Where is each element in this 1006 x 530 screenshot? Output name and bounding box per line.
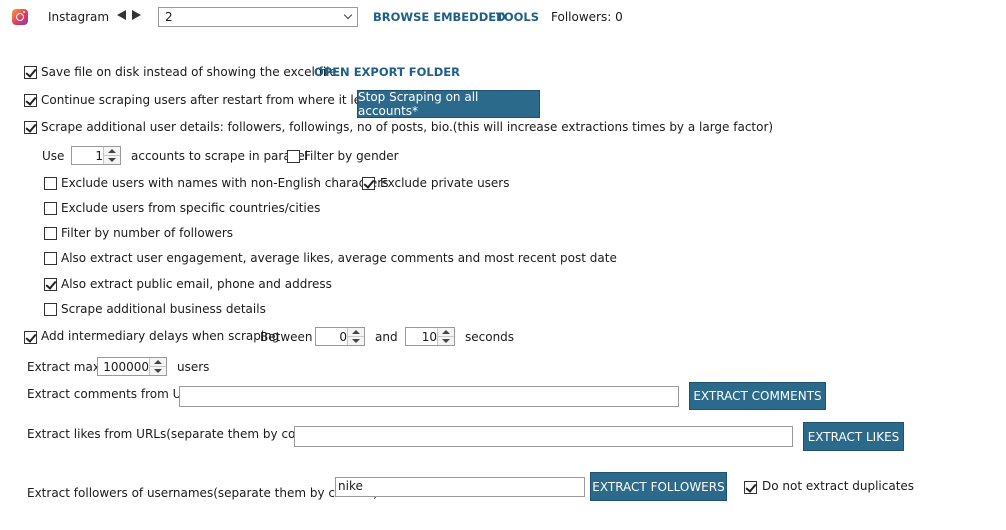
extract-max-stepper[interactable]: 100000 bbox=[97, 357, 167, 376]
continue-scraping-label: Continue scraping users after restart fr… bbox=[41, 93, 386, 107]
scrape-business-label: Scrape additional business details bbox=[61, 302, 266, 316]
open-export-folder-link[interactable]: OPEN EXPORT FOLDER bbox=[314, 64, 460, 80]
and-label: and bbox=[375, 330, 398, 344]
stepper-up-icon[interactable] bbox=[150, 358, 166, 367]
extract-max-value: 100000 bbox=[103, 360, 149, 374]
followers-usernames-input[interactable]: nike bbox=[335, 477, 585, 497]
likes-urls-label: Extract likes from URLs(separate them by… bbox=[27, 427, 331, 441]
delay-min-stepper[interactable]: 0 bbox=[315, 327, 365, 346]
stepper-down-icon[interactable] bbox=[104, 156, 120, 165]
next-arrow-icon[interactable] bbox=[132, 10, 141, 20]
app-name: Instagram bbox=[48, 10, 110, 24]
stepper-down-icon[interactable] bbox=[348, 337, 364, 346]
scrape-additional-checkbox[interactable] bbox=[24, 121, 37, 134]
filter-followers-checkbox[interactable] bbox=[44, 227, 57, 240]
browse-embedded-link[interactable]: BROWSE EMBEDDED bbox=[373, 9, 506, 25]
delay-max-value: 10 bbox=[421, 330, 437, 344]
continue-scraping-checkbox[interactable] bbox=[24, 94, 37, 107]
seconds-label: seconds bbox=[465, 330, 515, 344]
exclude-countries-label: Exclude users from specific countries/ci… bbox=[61, 201, 321, 215]
between-label: Between bbox=[260, 330, 313, 344]
no-duplicates-label: Do not extract duplicates bbox=[762, 479, 915, 493]
extract-email-label: Also extract public email, phone and add… bbox=[61, 277, 332, 291]
parallel-accounts-value: 1 bbox=[95, 149, 103, 163]
delays-label: Add intermediary delays when scraping bbox=[41, 329, 280, 343]
chevron-down-icon bbox=[343, 10, 353, 20]
parallel-label: accounts to scrape in parallel bbox=[131, 149, 309, 163]
stepper-up-icon[interactable] bbox=[438, 328, 454, 337]
extract-max-label: Extract max bbox=[27, 360, 100, 374]
scrape-business-checkbox[interactable] bbox=[44, 303, 57, 316]
stepper-up-icon[interactable] bbox=[348, 328, 364, 337]
delay-min-value: 0 bbox=[339, 330, 347, 344]
extract-comments-button[interactable]: EXTRACT COMMENTS bbox=[689, 382, 826, 410]
comments-url-input[interactable] bbox=[179, 386, 679, 407]
likes-urls-input[interactable] bbox=[294, 426, 793, 447]
delay-max-stepper[interactable]: 10 bbox=[405, 327, 455, 346]
parallel-accounts-stepper[interactable]: 1 bbox=[71, 146, 121, 165]
filter-gender-checkbox[interactable] bbox=[287, 150, 300, 163]
exclude-non-english-label: Exclude users with names with non-Englis… bbox=[61, 176, 389, 190]
filter-gender-label: Filter by gender bbox=[304, 149, 399, 163]
delays-checkbox[interactable] bbox=[24, 331, 37, 344]
stepper-down-icon[interactable] bbox=[150, 367, 166, 376]
save-file-checkbox[interactable] bbox=[24, 66, 37, 79]
stop-scraping-button[interactable]: Stop Scraping on all accounts* bbox=[357, 90, 540, 118]
exclude-non-english-checkbox[interactable] bbox=[44, 177, 57, 190]
scrape-additional-label: Scrape additional user details: follower… bbox=[41, 120, 774, 134]
exclude-private-checkbox[interactable] bbox=[362, 177, 375, 190]
stepper-down-icon[interactable] bbox=[438, 337, 454, 346]
save-file-label: Save file on disk instead of showing the… bbox=[41, 65, 337, 79]
followers-status: Followers: 0 bbox=[551, 10, 623, 24]
users-label: users bbox=[177, 360, 210, 374]
previous-arrow-icon[interactable] bbox=[117, 10, 126, 20]
extract-engagement-checkbox[interactable] bbox=[44, 252, 57, 265]
instagram-icon bbox=[12, 9, 28, 25]
extract-likes-button[interactable]: EXTRACT LIKES bbox=[803, 422, 904, 451]
exclude-countries-checkbox[interactable] bbox=[44, 202, 57, 215]
account-select-value: 2 bbox=[165, 10, 173, 24]
extract-followers-button[interactable]: EXTRACT FOLLOWERS bbox=[590, 472, 727, 501]
use-label: Use bbox=[42, 149, 65, 163]
account-select[interactable]: 2 bbox=[158, 7, 358, 27]
followers-usernames-label: Extract followers of usernames(separate … bbox=[27, 486, 378, 500]
extract-engagement-label: Also extract user engagement, average li… bbox=[61, 251, 617, 265]
extract-email-checkbox[interactable] bbox=[44, 278, 57, 291]
no-duplicates-checkbox[interactable] bbox=[744, 481, 757, 494]
filter-followers-label: Filter by number of followers bbox=[61, 226, 234, 240]
comments-url-label: Extract comments from URL bbox=[27, 387, 197, 401]
tools-link[interactable]: TOOLS bbox=[496, 9, 539, 25]
stepper-up-icon[interactable] bbox=[104, 147, 120, 156]
exclude-private-label: Exclude private users bbox=[380, 176, 510, 190]
